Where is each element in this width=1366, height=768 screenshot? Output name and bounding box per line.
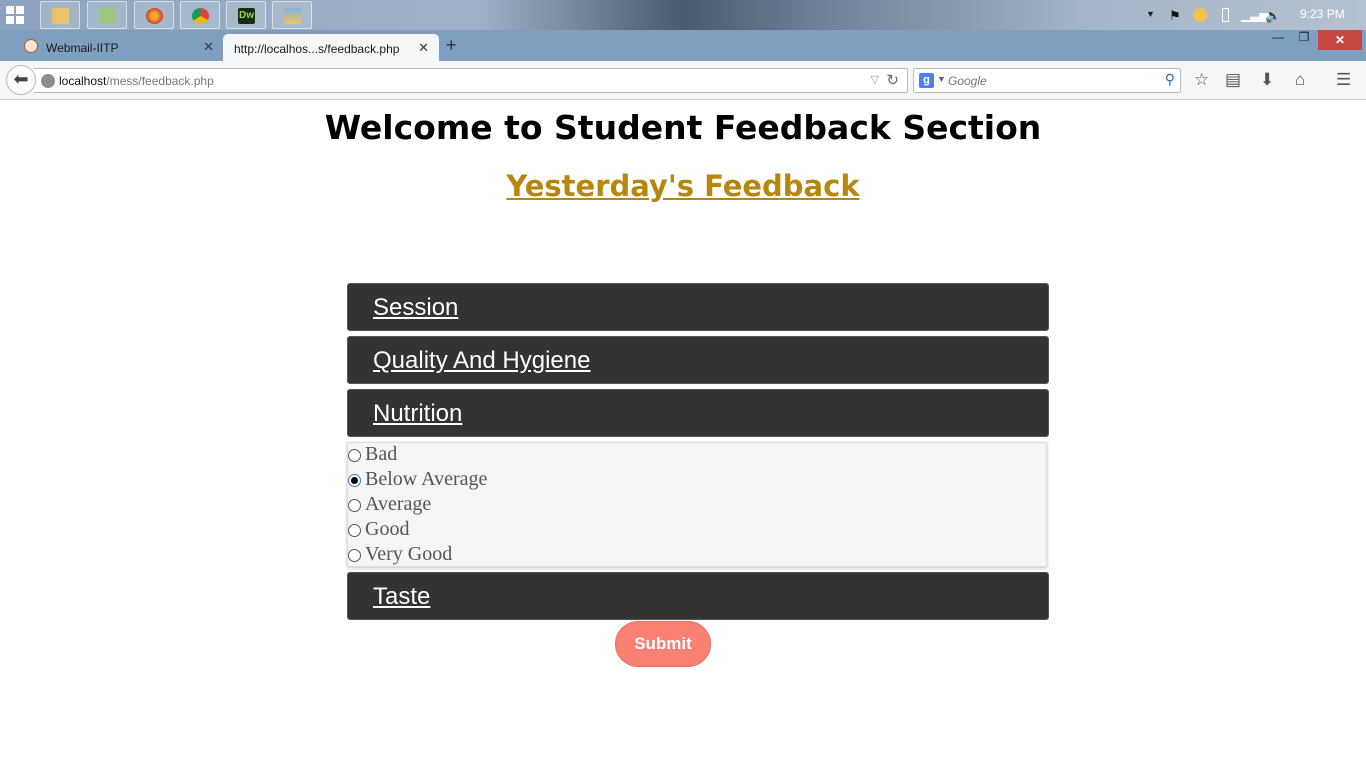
reading-list-icon[interactable]: ▤ — [1225, 70, 1241, 90]
radio-label: Good — [365, 518, 410, 540]
accordion-taste-label[interactable]: Taste — [373, 583, 430, 611]
chrome-icon[interactable] — [180, 1, 220, 29]
bookmark-star-icon[interactable]: ☆ — [1194, 70, 1209, 90]
accordion-nutrition[interactable]: Nutrition — [347, 389, 1049, 437]
accordion-nutrition-label[interactable]: Nutrition — [373, 400, 462, 428]
search-input[interactable] — [948, 71, 1148, 90]
url-text[interactable]: localhost/mess/feedback.php — [59, 74, 214, 88]
nutrition-options-panel: Bad Below Average Average Good Very Good — [347, 442, 1047, 567]
reload-icon[interactable]: ↻ — [886, 71, 899, 89]
url-history-dropdown-icon[interactable]: ▽ — [871, 73, 879, 86]
paint-icon[interactable] — [272, 1, 312, 29]
radio-label: Below Average — [365, 468, 488, 490]
page-title: Welcome to Student Feedback Section — [324, 108, 1042, 147]
yesterdays-feedback-link[interactable]: Yesterday's Feedback — [0, 169, 1366, 203]
site-identity-icon[interactable] — [41, 74, 55, 88]
photos-icon[interactable] — [87, 1, 127, 29]
battery-icon[interactable] — [1222, 8, 1229, 22]
firefox-icon[interactable] — [134, 1, 174, 29]
accordion-session-label[interactable]: Session — [373, 294, 458, 322]
restore-window-icon[interactable]: ❐ — [1294, 30, 1314, 50]
browser-navigation-bar: localhost/mess/feedback.php ▽ ↻ ⬅ g ▼ ⚲ … — [0, 61, 1366, 100]
search-icon[interactable]: ⚲ — [1165, 71, 1175, 88]
webmail-favicon-icon — [24, 39, 38, 53]
tab-close-icon[interactable]: ✕ — [418, 40, 429, 56]
search-engine-dropdown-icon[interactable]: ▼ — [937, 74, 946, 84]
close-window-icon[interactable]: ✕ — [1318, 30, 1362, 50]
radio-button[interactable] — [348, 524, 361, 537]
menu-hamburger-icon[interactable]: ☰ — [1336, 70, 1351, 90]
radio-button[interactable] — [348, 549, 361, 562]
tab-feedback[interactable]: http://localhos...s/feedback.php ✕ — [222, 33, 440, 61]
search-bar[interactable]: g ▼ ⚲ — [913, 68, 1181, 93]
back-button-icon[interactable]: ⬅ — [6, 65, 36, 95]
home-icon[interactable]: ⌂ — [1295, 70, 1305, 90]
tab-close-icon[interactable]: ✕ — [203, 39, 214, 55]
radio-button[interactable] — [348, 499, 361, 512]
radio-label: Bad — [365, 443, 398, 465]
browser-tab-strip: Webmail-IITP ✕ http://localhos...s/feedb… — [0, 30, 1366, 61]
url-bar[interactable]: localhost/mess/feedback.php ▽ ↻ — [34, 68, 908, 93]
tray-overflow-icon[interactable]: ▼ — [1146, 9, 1160, 23]
radio-label: Average — [365, 493, 432, 515]
tab-label: http://localhos...s/feedback.php — [234, 42, 400, 56]
accordion-quality-and-hygiene[interactable]: Quality And Hygiene — [347, 336, 1049, 384]
radio-button-selected[interactable] — [348, 474, 361, 487]
windows-start-icon[interactable] — [6, 6, 24, 24]
downloads-icon[interactable]: ⬇ — [1260, 70, 1274, 90]
submit-button[interactable]: Submit — [615, 621, 711, 667]
tab-label: Webmail-IITP — [46, 41, 119, 55]
file-explorer-icon[interactable] — [40, 1, 80, 29]
radio-button[interactable] — [348, 449, 361, 462]
taskbar-clock[interactable]: 9:23 PM — [1300, 7, 1345, 21]
accordion-taste[interactable]: Taste — [347, 572, 1049, 620]
accordion-session[interactable]: Session — [347, 283, 1049, 331]
windows-taskbar: Dw ▼ ⚑ ▁▃▅ 🔊 9:23 PM — [0, 0, 1366, 30]
accordion-quality-label[interactable]: Quality And Hygiene — [373, 347, 590, 375]
google-search-engine-icon[interactable]: g — [919, 73, 934, 88]
minimize-window-icon[interactable]: — — [1268, 30, 1288, 50]
volume-icon[interactable]: 🔊 — [1265, 8, 1281, 23]
dreamweaver-icon[interactable]: Dw — [226, 1, 266, 29]
tab-webmail[interactable]: Webmail-IITP ✕ — [16, 33, 224, 61]
network-icon[interactable]: ▁▃▅ — [1241, 8, 1269, 22]
flag-icon[interactable]: ⚑ — [1169, 8, 1183, 23]
app-tray-icon[interactable] — [1193, 8, 1207, 22]
radio-label: Very Good — [365, 543, 453, 565]
new-tab-icon[interactable]: + — [446, 35, 457, 56]
